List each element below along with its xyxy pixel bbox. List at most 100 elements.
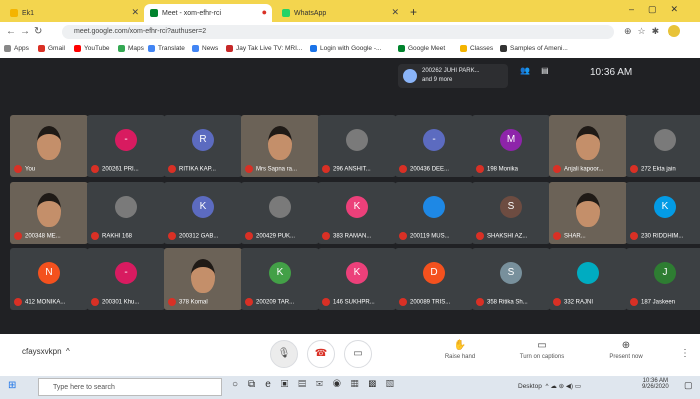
participant-name-text: 200119 MUS...: [410, 233, 450, 240]
window-controls[interactable]: –▢✕: [629, 4, 692, 15]
mic-muted-icon: [14, 298, 22, 306]
mic-muted-icon: [168, 232, 176, 240]
participant-tile[interactable]: R RITIKA KAP...: [164, 115, 242, 177]
participant-tile[interactable]: - 200261 PRI...: [87, 115, 165, 177]
mic-muted-icon: [630, 165, 638, 173]
participant-avatar: R: [192, 128, 214, 151]
bookmark-classes[interactable]: Classes: [460, 45, 493, 52]
back-icon[interactable]: ←: [6, 26, 16, 37]
present-now-button[interactable]: ⊕ Present now: [596, 340, 656, 360]
participant-tile[interactable]: RAKHI 168: [87, 182, 165, 244]
participant-tile[interactable]: K 200312 GAB...: [164, 182, 242, 244]
bookmark-youtube[interactable]: YouTube: [74, 45, 110, 52]
forward-icon[interactable]: →: [20, 26, 30, 37]
presenting-chip[interactable]: 200262 JUHI PARK... and 9 more: [398, 64, 508, 88]
participant-avatar: K: [654, 195, 676, 218]
bookmark-apps[interactable]: Apps: [4, 45, 29, 52]
browser-tab-strip: Ek1 ✕ Meet - xom-efhr-rci ● WhatsApp ✕ +…: [0, 0, 700, 22]
participant-tile[interactable]: 200429 PUK...: [241, 182, 319, 244]
taskbar-search-input[interactable]: Type here to search: [38, 378, 222, 396]
profile-avatar[interactable]: [668, 25, 680, 37]
captions-button[interactable]: ▭ Turn on captions: [512, 340, 572, 360]
leave-call-button[interactable]: ☎: [307, 340, 335, 368]
camera-button[interactable]: ▭: [344, 340, 372, 368]
store-icon[interactable]: ▤: [298, 379, 316, 390]
participant-tile[interactable]: 272 Ekta jain: [626, 115, 700, 177]
participant-name-text: 200209 TAR...: [256, 299, 295, 306]
participant-name-text: 200312 GAB...: [179, 233, 219, 240]
participant-avatar: S: [500, 195, 522, 218]
close-tab-icon[interactable]: ✕: [391, 7, 399, 18]
mail-icon[interactable]: ✉: [316, 379, 333, 390]
participant-tile[interactable]: K 200209 TAR...: [241, 248, 319, 310]
url-input[interactable]: meet.google.com/xom-efhr-rci?authuser=2: [62, 25, 614, 39]
participant-tile[interactable]: J 187 Jaskeen: [626, 248, 700, 310]
top-icons[interactable]: 👥 ▤: [520, 66, 549, 75]
notifications-icon[interactable]: ▢: [684, 380, 693, 391]
edge-icon[interactable]: e: [265, 379, 281, 390]
reload-icon[interactable]: ↻: [34, 26, 42, 37]
more-options-icon[interactable]: ⋮: [680, 348, 690, 359]
participant-tile[interactable]: 200348 ME...: [10, 182, 88, 244]
file-explorer-icon[interactable]: ▣: [281, 379, 299, 390]
bookmark-maps[interactable]: Maps: [118, 45, 144, 52]
participant-name-text: 146 SUKHPR...: [333, 299, 375, 306]
participant-tile[interactable]: 378 Komal: [164, 248, 242, 310]
participant-tile[interactable]: Anjali kapoor...: [549, 115, 627, 177]
microphone-button[interactable]: 🎙: [270, 340, 298, 368]
participant-avatar: S: [500, 261, 522, 284]
participant-tile[interactable]: K 383 RAMAN...: [318, 182, 396, 244]
new-tab-button[interactable]: +: [410, 5, 417, 19]
participant-tile[interactable]: 200119 MUS...: [395, 182, 473, 244]
task-view-icon[interactable]: ⧉: [248, 379, 265, 390]
participant-avatar: -: [115, 261, 137, 284]
participant-tile[interactable]: You: [10, 115, 88, 177]
tray-date: 9/26/2020: [642, 384, 669, 390]
taskbar-apps[interactable]: ○⧉e▣▤✉◉▦▩▧: [232, 379, 404, 390]
bookmark-gmail[interactable]: Gmail: [38, 45, 65, 52]
tray-clock[interactable]: 10:36 AM 9/26/2020: [642, 378, 669, 390]
close-tab-icon[interactable]: ✕: [131, 7, 139, 18]
participant-name-text: 200301 Khu...: [102, 299, 140, 306]
participant-tile[interactable]: K 146 SUKHPR...: [318, 248, 396, 310]
participant-tile[interactable]: - 200436 DEE...: [395, 115, 473, 177]
participant-tile[interactable]: S SHAKSHI AZ...: [472, 182, 550, 244]
recording-dot-icon: ●: [261, 7, 267, 17]
browser-tab-active[interactable]: Meet - xom-efhr-rci ●: [144, 4, 272, 22]
chrome-icon[interactable]: ◉: [333, 379, 351, 390]
windows-start-icon[interactable]: ⊞: [8, 380, 16, 391]
browser-tab[interactable]: Ek1 ✕: [4, 4, 144, 22]
participant-tile[interactable]: SHAR...: [549, 182, 627, 244]
browser-tab[interactable]: WhatsApp ✕: [276, 4, 404, 22]
participant-name: 146 SUKHPR...: [322, 298, 375, 306]
participant-tile[interactable]: 332 RAJNI: [549, 248, 627, 310]
bookmark-samples[interactable]: Samples of Ameni...: [500, 45, 568, 52]
cortana-icon[interactable]: ○: [232, 379, 248, 390]
bookmark-translate[interactable]: Translate: [148, 45, 185, 52]
participant-tile[interactable]: N 412 MONIKA...: [10, 248, 88, 310]
app-icon[interactable]: ▩: [368, 379, 386, 390]
participant-tile[interactable]: Mrs Sapna ra...: [241, 115, 319, 177]
participant-avatar: D: [423, 261, 445, 284]
participant-video: [268, 125, 292, 160]
participant-tile[interactable]: 296 ANSHIT...: [318, 115, 396, 177]
app-icon[interactable]: ▧: [386, 379, 404, 390]
chat-icon[interactable]: ▤: [541, 66, 549, 75]
participant-tile[interactable]: M 198 Monika: [472, 115, 550, 177]
participant-name: 200119 MUS...: [399, 232, 450, 240]
participant-tile[interactable]: - 200301 Khu...: [87, 248, 165, 310]
system-tray[interactable]: Desktop ^ ☁ ⊛ ◀) ▭: [518, 382, 581, 390]
people-icon[interactable]: 👥: [520, 66, 530, 75]
participant-name: RITIKA KAP...: [168, 165, 216, 173]
participant-tile[interactable]: K 230 RIDDHIM...: [626, 182, 700, 244]
bookmark-news[interactable]: News: [192, 45, 218, 52]
app-icon[interactable]: ▦: [351, 379, 369, 390]
bookmark-login[interactable]: Login with Google -...: [310, 45, 381, 52]
participant-tile[interactable]: S 358 Ritika Sh...: [472, 248, 550, 310]
bookmark-tv[interactable]: Jay Tak Live TV: MRI...: [226, 45, 302, 52]
participant-name-text: 383 RAMAN...: [333, 233, 372, 240]
meeting-details-button[interactable]: cfaysxvkpn ^: [22, 347, 70, 356]
participant-tile[interactable]: D 200089 TRIS...: [395, 248, 473, 310]
raise-hand-button[interactable]: ✋ Raise hand: [430, 340, 490, 360]
bookmark-google-meet[interactable]: Google Meet: [398, 45, 445, 52]
